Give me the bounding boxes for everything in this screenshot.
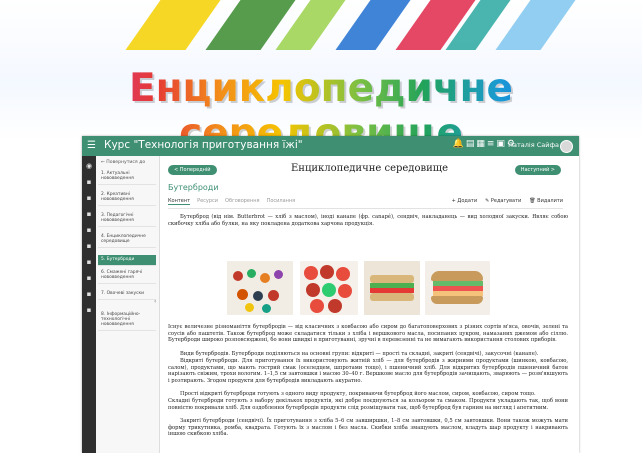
paragraph-1: Існує величезне різноманіття бутербродів… [168, 324, 568, 344]
paragraph-6: Закриті бутерброди (сендвічі). Їх пригот… [168, 418, 568, 438]
nav-item[interactable]: 6. Смажені гарячі нововведення [98, 268, 156, 284]
nav-item-label: 4. Енциклопедичне середовище [101, 234, 146, 244]
nav-item[interactable]: 1. Актуальні нововведення [98, 169, 156, 185]
entry-actions: + Додати ✎ Редагувати 🗑 Видалити [444, 198, 563, 204]
edit-button[interactable]: ✎ Редагувати [485, 198, 521, 204]
chat-icon[interactable]: ▤ [466, 139, 477, 149]
list-icon[interactable]: ≡ [487, 139, 497, 149]
badge-icon[interactable]: ▪ [85, 258, 93, 266]
banner-ray [495, 0, 590, 50]
main-content: < Попередній Енциклопедичне середовище Н… [160, 156, 579, 453]
tomato-appetizers-photo [300, 261, 358, 315]
tools-icon[interactable]: ▪ [85, 290, 93, 298]
bell-icon[interactable]: 🔔 [453, 139, 466, 149]
paragraph-3: Відкриті бутерброди. Для приготування їх… [168, 358, 568, 384]
paragraph-5: Складні бутерброди готують з набору декі… [168, 398, 568, 411]
course-title[interactable]: Курс "Технологія приготування їжі" [104, 139, 303, 151]
canapes-photo [227, 261, 293, 315]
nav-item-label: 2. Креативні нововведення [101, 192, 134, 202]
nav-item-label: 8. Інформаційно-технологічні нововведенн… [101, 312, 141, 327]
tab-content[interactable]: Контент [168, 198, 191, 205]
paragraph-4: Прості відкриті бутерброди готують з одн… [180, 391, 536, 397]
files-icon[interactable]: ▪ [85, 210, 93, 218]
box-icon[interactable]: ▣ [496, 139, 507, 149]
sandwich-photo [364, 261, 420, 315]
divider [168, 208, 563, 209]
intro-paragraph: Бутерброд (від нім. Butterbrot — хліб з … [168, 214, 568, 227]
banner-title: Енциклопедичне середовище [0, 66, 642, 140]
admin-icon[interactable]: ▪ [85, 306, 93, 314]
nav-item[interactable]: 4. Енциклопедичне середовище [98, 232, 156, 248]
delete-button[interactable]: 🗑 Видалити [529, 198, 563, 204]
nav-item-label: 7. Овочеві закуски [101, 291, 145, 296]
nav-item-active[interactable]: 5. Бутерброди [98, 255, 156, 266]
nav-item[interactable]: 3. Педагогічні нововведення [98, 211, 156, 227]
course-icon[interactable]: ▪ [85, 178, 93, 186]
nav-item[interactable]: 8. Інформаційно-технологічні нововведенн… [98, 310, 156, 331]
tab-resources[interactable]: Ресурси [197, 198, 218, 204]
nav-item-label: 5. Бутерброди [101, 257, 135, 262]
user-name[interactable]: Наталія Сайфа [508, 141, 559, 149]
tab-links[interactable]: Посилання [267, 198, 296, 204]
people-icon[interactable]: ▪ [85, 242, 93, 250]
sub-sandwich-photo [425, 261, 490, 315]
hamburger-icon[interactable]: ☰ [87, 140, 97, 152]
nav-item[interactable]: 7. Овочеві закуски [98, 289, 156, 300]
nav-item[interactable]: 2. Креативні нововведення [98, 190, 156, 206]
decorative-banner: Енциклопедичне середовище Енциклопедичне… [0, 0, 642, 140]
paragraph-2: Види бутербродів. Бутерброди поділяються… [180, 351, 539, 357]
section-nav: ← Повернутися до 1. Актуальні нововведен… [96, 156, 160, 453]
grid-icon[interactable]: ▦ [476, 139, 487, 149]
entry-tabs: Контент Ресурси Обговорення Посилання [168, 198, 302, 205]
moodle-screenshot: ☰ Курс "Технологія приготування їжі" 🔔▤▦… [82, 136, 579, 453]
chevron-left-icon[interactable]: ‹ [154, 298, 156, 305]
left-icon-bar: ◉ ▪ ▪ ▪ ▪ ▪ ▪ ▪ ▪ ▪ [82, 156, 96, 453]
calendar-icon[interactable]: ▪ [85, 194, 93, 202]
dashboard-icon[interactable]: ◉ [85, 162, 93, 170]
back-link[interactable]: ← Повернутися до [101, 160, 145, 165]
competency-icon[interactable]: ▪ [85, 274, 93, 282]
grades-icon[interactable]: ▪ [85, 226, 93, 234]
nav-item-label: 3. Педагогічні нововведення [101, 213, 134, 223]
entry-title: Бутерброди [168, 183, 219, 192]
tab-discussion[interactable]: Обговорення [225, 198, 260, 204]
nav-item-label: 1. Актуальні нововведення [101, 171, 134, 181]
top-navbar: ☰ Курс "Технологія приготування їжі" 🔔▤▦… [82, 136, 579, 156]
avatar[interactable] [560, 140, 573, 153]
next-button[interactable]: Наступний > [514, 165, 561, 175]
nav-item-label: 6. Смажені гарячі нововведення [101, 270, 143, 280]
add-button[interactable]: + Додати [452, 198, 477, 204]
